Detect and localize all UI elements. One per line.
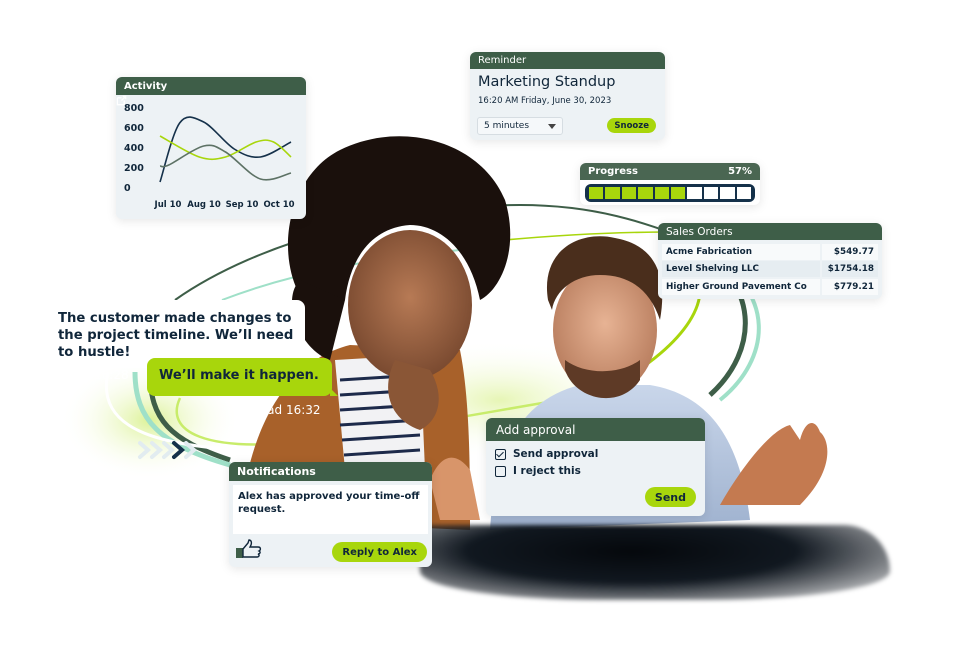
chat-read-status: Read 16:32 (252, 403, 321, 417)
y-tick-label: 0 (124, 183, 131, 194)
thumbs-up-icon[interactable] (235, 539, 263, 559)
table-row[interactable]: Acme Fabrication $549.77 (662, 243, 878, 261)
series-line-gray-green (159, 144, 292, 181)
progress-segment (720, 187, 735, 199)
y-tick-label: 600 (124, 123, 144, 134)
progress-label: Progress (588, 166, 638, 177)
x-tick-label: Oct 10 (263, 200, 294, 210)
activity-title: Activity (124, 80, 168, 92)
order-amount: $549.77 (822, 243, 878, 260)
progress-card: Progress 57% (580, 163, 760, 205)
table-row[interactable]: Level Shelving LLC $1754.18 (662, 261, 878, 279)
x-tick-label: Jul 10 (154, 200, 182, 210)
notification-message: Alex has approved your time-off request. (233, 485, 428, 534)
progress-header: Progress 57% (580, 163, 760, 180)
order-amount: $779.21 (822, 278, 878, 295)
send-approval-label: Send approval (513, 448, 599, 460)
progress-segment (703, 187, 719, 199)
snooze-button[interactable]: Snooze (607, 118, 656, 133)
order-customer: Level Shelving LLC (662, 261, 820, 278)
snooze-duration-value: 5 minutes (484, 121, 530, 131)
order-amount: $1754.18 (822, 261, 878, 278)
table-row[interactable]: Higher Ground Pavement Co $779.21 (662, 278, 878, 296)
reminder-title: Marketing Standup (478, 74, 616, 90)
send-button[interactable]: Send (644, 487, 696, 507)
reject-checkbox[interactable] (495, 465, 506, 477)
chat-message-outgoing: We’ll make it happen. (147, 358, 338, 396)
reminder-header-label: Reminder (478, 55, 527, 66)
y-tick-label: 400 (124, 143, 144, 154)
y-tick-label: 800 (124, 103, 144, 114)
order-customer: Acme Fabrication (662, 243, 820, 260)
progress-segment (687, 187, 702, 199)
progress-segment (671, 187, 686, 199)
activity-chart: 800 600 400 200 0 Jul 10 Aug 10 Sep 10 Oct 10 (124, 103, 295, 210)
add-approval-title: Add approval (496, 422, 576, 437)
progress-percent: 57% (728, 166, 752, 177)
sales-orders-header: Sales Orders (658, 223, 882, 240)
order-customer: Higher Ground Pavement Co (662, 278, 820, 295)
chevron-down-icon (548, 123, 556, 129)
reminder-header: Reminder (470, 52, 665, 69)
option-reject[interactable]: I reject this (495, 465, 581, 477)
series-line-navy (159, 116, 292, 183)
option-send-approval[interactable]: Send approval (495, 448, 598, 460)
sales-orders-table: Acme Fabrication $549.77 Level Shelving … (658, 240, 882, 299)
x-tick-label: Sep 10 (226, 200, 259, 210)
progress-segment (736, 187, 752, 199)
progress-segment (654, 187, 670, 199)
activity-header: Activity (116, 77, 306, 106)
activity-card: Activity 800 600 400 200 0 Jul 10 Aug 10 Sep 1… (116, 77, 306, 219)
sales-orders-card: Sales Orders Acme Fabrication $549.77 Le… (658, 223, 882, 299)
send-approval-checkbox[interactable] (495, 448, 506, 460)
progress-segment (605, 187, 620, 199)
notifications-card: Notifications Alex has approved your tim… (229, 462, 432, 567)
add-approval-header: Add approval (486, 418, 705, 441)
progress-segment (638, 187, 653, 199)
progress-segment (589, 187, 604, 199)
notifications-header: Notifications (229, 462, 432, 481)
reply-to-alex-button[interactable]: Reply to Alex (332, 542, 427, 562)
reject-label: I reject this (513, 465, 581, 477)
notifications-title: Notifications (237, 465, 316, 478)
reminder-datetime: 16:20 AM Friday, June 30, 2023 (478, 96, 612, 106)
snooze-duration-select[interactable]: 5 minutes (477, 117, 563, 135)
desk-monitor-edge (420, 525, 890, 600)
series-line-lime (159, 135, 292, 161)
add-approval-card: Add approval Send approval I reject this… (486, 418, 705, 516)
x-tick-label: Aug 10 (187, 200, 221, 210)
reminder-card: Reminder Marketing Standup 16:20 AM Frid… (470, 52, 665, 140)
progress-segment (621, 187, 637, 199)
y-tick-label: 200 (124, 163, 144, 174)
chat-incoming-timestamp: 16:28 (94, 368, 129, 382)
sales-orders-title: Sales Orders (666, 225, 733, 238)
progress-bar (585, 184, 755, 202)
